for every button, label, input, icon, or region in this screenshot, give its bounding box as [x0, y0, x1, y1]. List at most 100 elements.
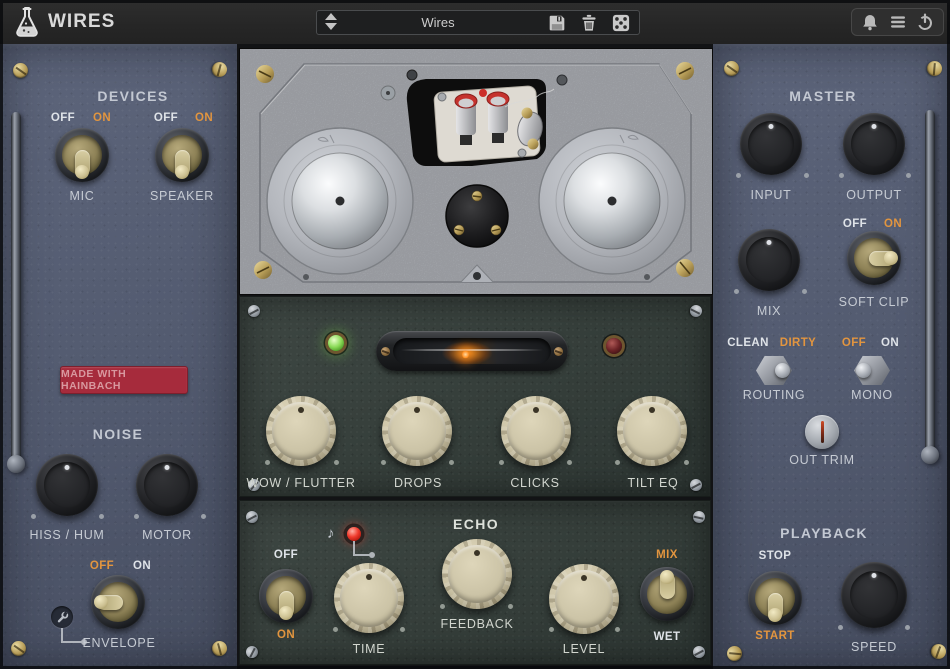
screw — [244, 644, 261, 661]
input-label: INPUT — [751, 188, 792, 202]
screw — [929, 642, 947, 660]
echo-time-knob[interactable] — [334, 563, 404, 633]
knob-min-marker — [736, 173, 741, 178]
clicks-knob[interactable] — [501, 396, 571, 466]
master-header: MASTER — [789, 88, 857, 104]
clip-red-led — [606, 338, 622, 354]
envelope-settings-wrench-icon[interactable] — [51, 606, 73, 628]
echo-sync-led[interactable] — [347, 527, 361, 541]
clicks-label: CLICKS — [510, 476, 559, 490]
playback-header: PLAYBACK — [780, 525, 868, 541]
knob-min-marker — [381, 460, 386, 465]
screw — [724, 61, 739, 76]
knob-max-marker — [449, 460, 454, 465]
echo-level-knob[interactable] — [549, 564, 619, 634]
right-handle-rail — [925, 110, 935, 455]
echo-feedback-knob[interactable] — [442, 539, 512, 609]
envelope-on-label: ON — [133, 560, 151, 572]
echo-mix-wet-toggle[interactable] — [640, 567, 694, 621]
screw — [210, 60, 229, 79]
mic-toggle[interactable] — [55, 128, 109, 182]
echo-on-off-toggle[interactable] — [259, 569, 313, 623]
echo-mix-label: MIX — [656, 549, 678, 561]
knob-max-marker — [906, 173, 911, 178]
knob-min-marker — [440, 604, 445, 609]
save-preset-icon[interactable] — [548, 14, 566, 32]
screw — [209, 638, 230, 659]
mono-toggle[interactable] — [854, 356, 890, 385]
speaker-label: SPEAKER — [150, 189, 214, 203]
echo-off-label: OFF — [274, 549, 298, 561]
knob-max-marker — [508, 604, 513, 609]
tilt-eq-knob[interactable] — [617, 396, 687, 466]
power-bypass-icon[interactable] — [916, 13, 934, 31]
mic-off-label: OFF — [51, 112, 75, 124]
soft-clip-toggle[interactable] — [847, 231, 901, 285]
app-title: WIRES — [48, 11, 115, 33]
mix-knob[interactable] — [738, 229, 800, 291]
tilt-eq-label: TILT EQ — [628, 476, 679, 490]
playback-stop-label: STOP — [759, 550, 792, 562]
wow-flutter-label: WOW / FLUTTER — [246, 476, 355, 490]
mono-on-label: ON — [881, 337, 899, 349]
sync-connector-line — [353, 541, 371, 556]
knob-max-marker — [400, 627, 405, 632]
knob-max-marker — [567, 460, 572, 465]
mix-label: MIX — [757, 304, 781, 318]
echo-time-label: TIME — [353, 642, 386, 656]
knob-min-marker — [549, 627, 554, 632]
input-knob[interactable] — [740, 113, 802, 175]
left-panel: DEVICES OFF ON OFF ON MIC SPEAKER MADE W… — [0, 44, 237, 669]
screw — [11, 641, 26, 656]
random-preset-dice-icon[interactable] — [612, 14, 630, 32]
signal-green-led — [328, 335, 344, 351]
echo-feedback-label: FEEDBACK — [441, 617, 514, 631]
note-icon: ♪ — [327, 525, 335, 542]
wow-flutter-knob[interactable] — [266, 396, 336, 466]
envelope-connector-line — [61, 628, 83, 643]
preset-name[interactable]: Wires — [347, 15, 529, 30]
preset-next-button[interactable] — [325, 23, 337, 30]
routing-label: ROUTING — [743, 388, 806, 402]
motor-label: MOTOR — [142, 528, 192, 542]
softclip-off-label: OFF — [843, 218, 867, 230]
motor-knob[interactable] — [136, 454, 198, 516]
knob-min-marker — [839, 173, 844, 178]
right-panel: MASTER INPUT OUTPUT OFF ON MIX SOFT CLIP… — [713, 44, 950, 669]
output-label: OUTPUT — [846, 188, 902, 202]
tape-effects-section: WOW / FLUTTER DROPS CLICKS TILT EQ — [239, 296, 711, 497]
notifications-bell-icon[interactable] — [861, 13, 879, 31]
routing-toggle[interactable] — [756, 356, 792, 385]
knob-max-marker — [99, 514, 104, 519]
envelope-label: ENVELOPE — [83, 636, 156, 650]
knob-max-marker — [615, 627, 620, 632]
hiss-hum-knob[interactable] — [36, 454, 98, 516]
screw — [924, 58, 944, 78]
mono-label: MONO — [851, 388, 893, 402]
delete-preset-icon[interactable] — [580, 14, 598, 32]
tube-lamp-indicator — [376, 331, 568, 371]
screw — [693, 646, 705, 658]
preset-prev-button[interactable] — [325, 13, 337, 20]
knob-min-marker — [838, 625, 843, 630]
output-knob[interactable] — [843, 113, 905, 175]
mic-on-label: ON — [93, 112, 111, 124]
routing-dirty-label: DIRTY — [780, 337, 817, 349]
playback-start-stop-toggle[interactable] — [748, 571, 802, 625]
made-with-hainbach-badge[interactable]: MADE WITH HAINBACH — [60, 366, 188, 394]
screw — [246, 511, 258, 523]
knob-min-marker — [499, 460, 504, 465]
preset-bar: Wires — [316, 10, 640, 35]
screw — [690, 479, 702, 491]
speaker-toggle[interactable] — [155, 128, 209, 182]
knob-min-marker — [31, 514, 36, 519]
out-trim-knob[interactable] — [805, 415, 839, 449]
knob-max-marker — [905, 625, 910, 630]
speed-knob[interactable] — [841, 562, 907, 628]
envelope-toggle[interactable] — [91, 575, 145, 629]
menu-icon[interactable] — [889, 13, 907, 31]
screw — [13, 63, 28, 78]
drops-knob[interactable] — [382, 396, 452, 466]
soft-clip-label: SOFT CLIP — [839, 295, 910, 309]
speed-label: SPEED — [851, 640, 897, 654]
